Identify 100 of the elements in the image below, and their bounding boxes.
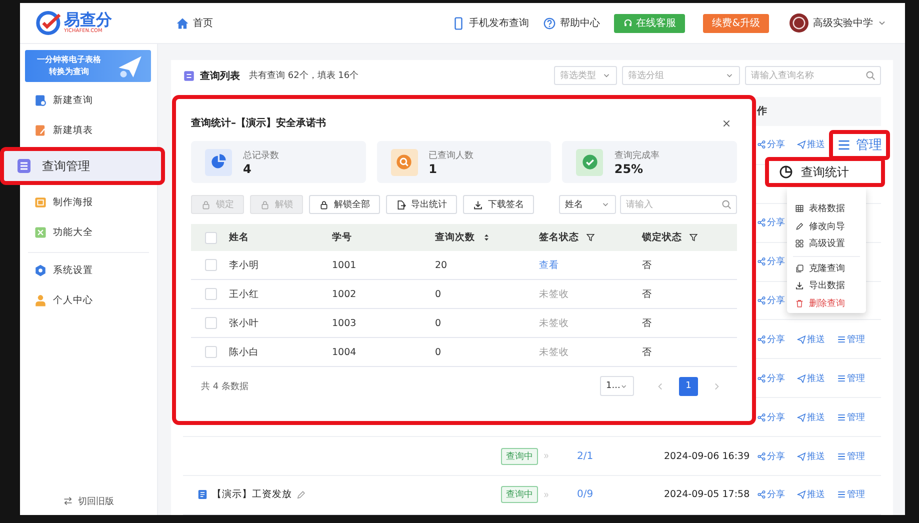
sidebar-item[interactable]: 功能大全 — [20, 217, 157, 247]
swap-icon — [63, 496, 73, 506]
total-count: 共 4 条数据 — [201, 380, 248, 392]
toolbar-button[interactable]: 导出统计 — [386, 195, 457, 214]
filter-icon — [689, 233, 698, 242]
table-cell: 李小明 — [229, 258, 259, 272]
table-cell: 1004 — [332, 346, 356, 358]
menu-item[interactable]: 删除查询 — [793, 294, 860, 312]
count-link[interactable]: 2/1 — [577, 450, 594, 462]
support-button[interactable]: 在线客服 — [614, 14, 686, 32]
row-checkbox[interactable] — [205, 346, 217, 358]
filter-dropdown[interactable]: 筛选类型 — [554, 66, 617, 86]
account-menu[interactable]: 高级实验中学 — [789, 13, 887, 33]
row-checkbox[interactable] — [205, 259, 217, 271]
table-cell: 0 — [435, 288, 442, 300]
search-field[interactable]: 请输入 — [620, 195, 737, 214]
copy-icon — [795, 264, 804, 273]
school-name: 高级实验中学 — [813, 16, 873, 30]
action-link[interactable]: 推送 — [797, 138, 825, 152]
check-circle-icon — [580, 153, 599, 171]
list-summary: 共有查询 62个，填表 16个 — [249, 70, 359, 82]
action-link[interactable]: 推送 — [797, 410, 825, 424]
table-cell: 0 — [435, 318, 442, 328]
list-icon — [183, 70, 195, 82]
view-link[interactable]: 查看 — [539, 258, 559, 272]
menu-item-icon — [34, 226, 47, 238]
lock-icon — [201, 200, 211, 210]
row-checkbox[interactable] — [205, 317, 217, 329]
action-link[interactable]: 推送 — [797, 488, 825, 502]
action-link[interactable]: 管理 — [837, 450, 865, 463]
toolbar-button[interactable]: 下载签名 — [463, 195, 534, 214]
table-cell: 否 — [642, 346, 652, 358]
action-link[interactable]: 分享 — [757, 294, 785, 308]
upgrade-button[interactable]: 续费&升级 — [703, 14, 769, 32]
action-link[interactable]: 管理 — [837, 372, 865, 385]
top-link[interactable]: 帮助中心 — [543, 16, 600, 30]
menu-item[interactable]: 修改向导 — [793, 218, 860, 235]
search-icon — [395, 153, 414, 171]
toolbar-button[interactable]: 解锁全部 — [309, 195, 380, 214]
select-all-checkbox[interactable] — [205, 232, 217, 244]
query-title[interactable]: 【演示】工资发放 — [212, 488, 292, 502]
banner-text: 一分钟将电子表格 — [37, 54, 101, 66]
sidebar-item[interactable]: 查询管理 — [0, 147, 165, 185]
menu-item[interactable]: 表格数据 — [793, 200, 860, 218]
share-icon — [757, 412, 766, 422]
share-icon — [757, 374, 766, 383]
list-icon — [837, 374, 846, 383]
menu-item-icon — [16, 158, 32, 174]
action-link[interactable]: 分享 — [757, 450, 785, 463]
count-link[interactable]: 0/9 — [577, 489, 594, 500]
action-link[interactable]: 分享 — [757, 410, 785, 424]
action-link[interactable]: 分享 — [757, 372, 785, 385]
promo-banner[interactable]: 一分钟将电子表格 转换为查询 — [25, 50, 151, 82]
table-cell: 张小叶 — [229, 316, 259, 330]
page-button[interactable]: 1 — [679, 376, 698, 396]
headset-icon — [623, 18, 634, 28]
column-header: 锁定状态 — [642, 231, 682, 244]
action-link[interactable]: 分享 — [757, 255, 785, 268]
table-cell: 未签收 — [539, 316, 569, 330]
menu-item[interactable]: 导出数据 — [793, 277, 860, 294]
filter-dropdown[interactable]: 筛选分组 — [622, 66, 740, 86]
avatar-icon — [789, 13, 809, 33]
action-link[interactable]: 推送 — [797, 372, 825, 385]
sidebar-item[interactable]: 新建填表 — [20, 115, 157, 145]
menu-item[interactable]: 查询统计 — [765, 157, 885, 187]
stat-value: 25% — [614, 162, 644, 176]
action-link[interactable]: 推送 — [797, 450, 825, 463]
table-cell: 1001 — [332, 260, 356, 270]
row-checkbox[interactable] — [205, 288, 217, 300]
search-field[interactable]: 请输入查询名称 — [745, 66, 881, 86]
table-cell: 陈小白 — [229, 346, 259, 358]
table-cell: 1002 — [332, 288, 356, 300]
sidebar-item[interactable]: 个人中心 — [28, 285, 149, 315]
menu-item[interactable]: 克隆查询 — [793, 260, 860, 277]
menu-item[interactable]: 高级设置 — [793, 235, 860, 252]
action-link[interactable]: 管理 — [829, 130, 890, 160]
download-icon — [473, 200, 483, 210]
action-link[interactable]: 管理 — [837, 332, 865, 346]
action-link[interactable]: 管理 — [837, 410, 865, 424]
phone-icon — [452, 16, 466, 30]
action-link[interactable]: 分享 — [757, 488, 785, 502]
send-icon — [797, 374, 806, 383]
sidebar-item[interactable]: 制作海报 — [20, 187, 157, 217]
sidebar-item[interactable]: 新建查询 — [20, 85, 157, 115]
table-cell: 未签收 — [539, 288, 569, 300]
sort-icon — [482, 233, 491, 242]
action-link[interactable]: 分享 — [757, 216, 785, 230]
field-dropdown[interactable]: 姓名 — [559, 195, 616, 214]
home-link[interactable]: 首页 — [176, 16, 213, 30]
share-icon — [757, 334, 766, 344]
action-link[interactable]: 分享 — [757, 332, 785, 346]
switch-version-link[interactable]: 切回旧版 — [20, 490, 157, 512]
top-link[interactable]: 手机发布查询 — [452, 16, 530, 30]
action-link[interactable]: 管理 — [837, 488, 865, 502]
action-link[interactable]: 分享 — [757, 138, 785, 152]
page-size-dropdown[interactable]: 1... — [600, 376, 634, 396]
table-cell: 1003 — [332, 318, 356, 328]
edit-icon — [296, 490, 306, 500]
action-link[interactable]: 推送 — [797, 332, 825, 346]
sidebar-item[interactable]: 系统设置 — [28, 255, 149, 285]
